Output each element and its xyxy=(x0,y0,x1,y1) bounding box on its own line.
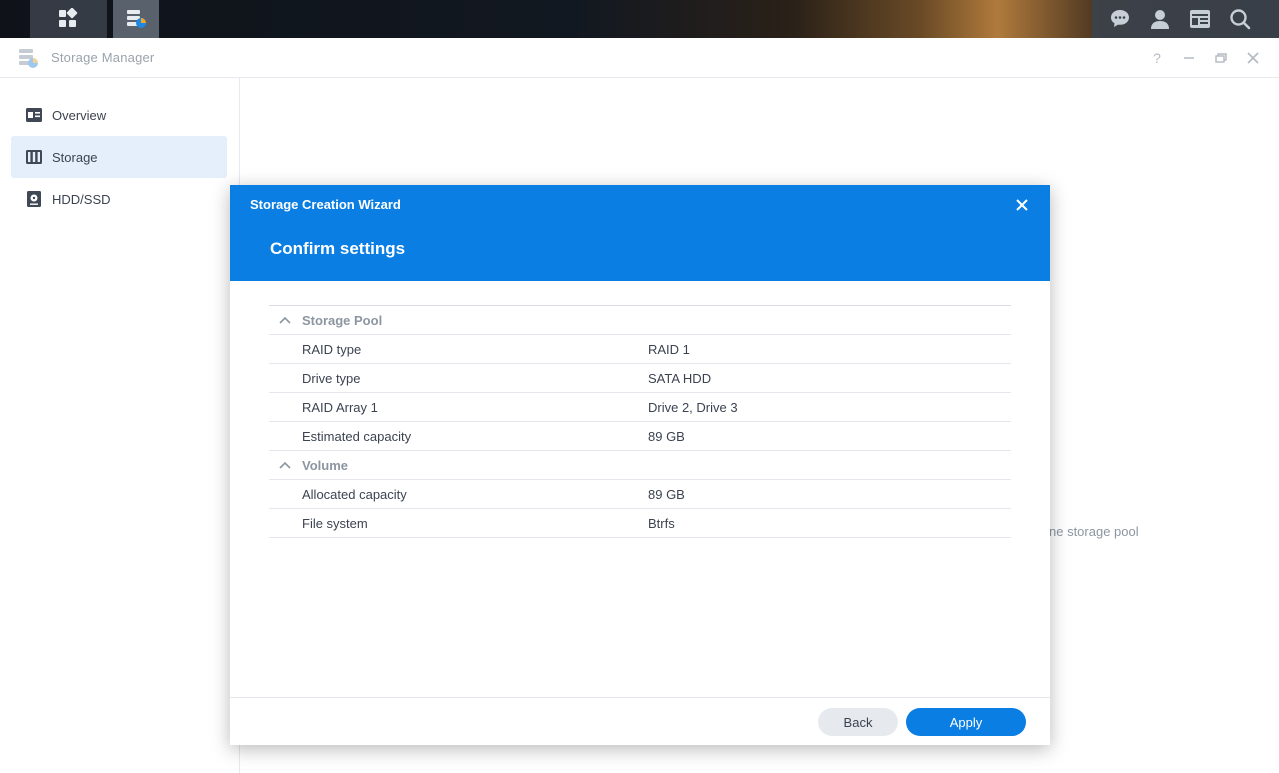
taskbar xyxy=(0,0,1279,38)
chevron-up-icon xyxy=(279,316,291,324)
chat-icon[interactable] xyxy=(1109,8,1131,30)
sidebar-item-hdd-ssd[interactable]: HDD/SSD xyxy=(11,178,227,220)
row-value: 89 GB xyxy=(648,428,685,444)
section-header-storage-pool[interactable]: Storage Pool xyxy=(269,306,1011,335)
sidebar-item-overview[interactable]: Overview xyxy=(11,94,227,136)
sidebar-item-label: Storage xyxy=(52,149,98,165)
wizard-header: Storage Creation Wizard Confirm settings xyxy=(230,185,1050,281)
section-title: Storage Pool xyxy=(302,312,383,328)
user-icon[interactable] xyxy=(1149,8,1171,30)
sidebar-item-storage[interactable]: Storage xyxy=(11,136,227,178)
sidebar-item-label: HDD/SSD xyxy=(52,191,111,207)
table-row: Drive type SATA HDD xyxy=(269,364,1011,393)
hdd-icon xyxy=(27,191,41,207)
apply-button[interactable]: Apply xyxy=(906,708,1026,736)
row-key: RAID Array 1 xyxy=(302,399,378,415)
sidebar: Overview Storage HDD/SSD xyxy=(0,78,240,773)
row-key: RAID type xyxy=(302,341,362,357)
table-row: Estimated capacity 89 GB xyxy=(269,422,1011,451)
wizard-title: Storage Creation Wizard xyxy=(250,197,401,212)
sidebar-item-label: Overview xyxy=(52,107,107,123)
main-menu-icon xyxy=(59,8,78,27)
wizard-footer: Back Apply xyxy=(230,697,1050,745)
storage-icon xyxy=(26,150,42,164)
settings-table: Storage Pool RAID type RAID 1 Drive type… xyxy=(269,305,1011,538)
chevron-up-icon xyxy=(279,461,291,469)
storage-manager-icon xyxy=(127,10,146,28)
overview-icon xyxy=(26,108,42,122)
section-header-volume[interactable]: Volume xyxy=(269,451,1011,480)
row-key: Estimated capacity xyxy=(302,428,412,444)
help-icon[interactable]: ? xyxy=(1149,48,1165,68)
table-row: RAID Array 1 Drive 2, Drive 3 xyxy=(269,393,1011,422)
storage-creation-wizard: Storage Creation Wizard Confirm settings… xyxy=(230,185,1050,745)
row-value: SATA HDD xyxy=(648,370,712,386)
row-key: File system xyxy=(302,515,368,531)
background-hint-text: ne storage pool xyxy=(1049,524,1139,539)
storage-manager-icon xyxy=(19,49,38,68)
row-value: Drive 2, Drive 3 xyxy=(648,399,738,415)
search-icon[interactable] xyxy=(1229,8,1251,30)
close-icon[interactable] xyxy=(1245,48,1261,68)
back-button[interactable]: Back xyxy=(818,708,898,736)
taskbar-storage-manager[interactable] xyxy=(113,0,159,38)
row-key: Allocated capacity xyxy=(302,486,407,502)
table-row: RAID type RAID 1 xyxy=(269,335,1011,364)
window-titlebar: Storage Manager ? xyxy=(0,38,1279,78)
section-title: Volume xyxy=(302,457,348,473)
minimize-icon[interactable] xyxy=(1181,48,1197,68)
main-menu-button[interactable] xyxy=(30,0,107,38)
close-icon[interactable] xyxy=(1012,195,1032,215)
restore-icon[interactable] xyxy=(1213,48,1229,68)
row-value: Btrfs xyxy=(648,515,675,531)
row-value: RAID 1 xyxy=(648,341,690,357)
taskbar-tray xyxy=(1092,0,1279,38)
row-value: 89 GB xyxy=(648,486,685,502)
wizard-subtitle: Confirm settings xyxy=(270,239,406,258)
row-key: Drive type xyxy=(302,370,361,386)
table-row: File system Btrfs xyxy=(269,509,1011,538)
table-row: Allocated capacity 89 GB xyxy=(269,480,1011,509)
window-title: Storage Manager xyxy=(51,50,155,65)
widgets-icon[interactable] xyxy=(1189,8,1211,30)
